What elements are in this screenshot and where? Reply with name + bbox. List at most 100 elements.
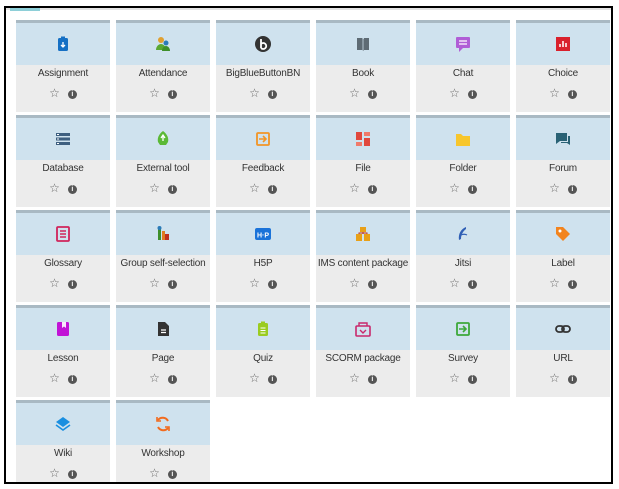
star-icon[interactable]: ☆ — [49, 466, 60, 480]
activity-label[interactable]: Quiz — [216, 353, 310, 364]
activity-thumbnail[interactable] — [416, 305, 510, 350]
activity-tile-label[interactable]: Label ☆ i — [516, 210, 610, 302]
activity-label[interactable]: Page — [116, 353, 210, 364]
activity-label[interactable]: Folder — [416, 163, 510, 174]
activity-label[interactable]: Label — [516, 258, 610, 269]
star-icon[interactable]: ☆ — [49, 181, 60, 195]
activity-label[interactable]: Book — [316, 68, 410, 79]
info-icon[interactable]: i — [367, 89, 377, 99]
activity-tile-choice[interactable]: Choice ☆ i — [516, 20, 610, 112]
activity-tile-bigbluebuttonbn[interactable]: BigBlueButtonBN ☆ i — [216, 20, 310, 112]
star-icon[interactable]: ☆ — [449, 276, 460, 290]
activity-tile-feedback[interactable]: Feedback ☆ i — [216, 115, 310, 207]
info-icon[interactable]: i — [467, 374, 477, 384]
activity-tile-external-tool[interactable]: External tool ☆ i — [116, 115, 210, 207]
info-icon[interactable]: i — [67, 374, 77, 384]
star-icon[interactable]: ☆ — [49, 276, 60, 290]
activity-tile-lesson[interactable]: Lesson ☆ i — [16, 305, 110, 397]
activity-tile-forum[interactable]: Forum ☆ i — [516, 115, 610, 207]
star-icon[interactable]: ☆ — [549, 276, 560, 290]
activity-thumbnail[interactable] — [216, 305, 310, 350]
activity-thumbnail[interactable] — [516, 210, 610, 255]
info-icon[interactable]: i — [467, 279, 477, 289]
info-icon[interactable]: i — [67, 469, 77, 479]
star-icon[interactable]: ☆ — [549, 86, 560, 100]
activity-thumbnail[interactable] — [316, 20, 410, 65]
activity-tile-survey[interactable]: Survey ☆ i — [416, 305, 510, 397]
activity-label[interactable]: Feedback — [216, 163, 310, 174]
activity-label[interactable]: File — [316, 163, 410, 174]
activity-thumbnail[interactable] — [16, 400, 110, 445]
activity-thumbnail[interactable] — [216, 20, 310, 65]
info-icon[interactable]: i — [567, 89, 577, 99]
activity-tile-attendance[interactable]: Attendance ☆ i — [116, 20, 210, 112]
activity-tile-database[interactable]: Database ☆ i — [16, 115, 110, 207]
activity-thumbnail[interactable] — [516, 20, 610, 65]
info-icon[interactable]: i — [467, 89, 477, 99]
activity-label[interactable]: URL — [516, 353, 610, 364]
activity-thumbnail[interactable] — [216, 115, 310, 160]
star-icon[interactable]: ☆ — [449, 86, 460, 100]
star-icon[interactable]: ☆ — [49, 371, 60, 385]
activity-tile-jitsi[interactable]: Jitsi ☆ i — [416, 210, 510, 302]
activity-thumbnail[interactable] — [116, 400, 210, 445]
activity-label[interactable]: SCORM package — [316, 353, 410, 364]
info-icon[interactable]: i — [167, 89, 177, 99]
activity-thumbnail[interactable] — [16, 20, 110, 65]
star-icon[interactable]: ☆ — [249, 371, 260, 385]
activity-label[interactable]: BigBlueButtonBN — [216, 68, 310, 79]
activity-thumbnail[interactable] — [116, 305, 210, 350]
activity-tile-assignment[interactable]: Assignment ☆ i — [16, 20, 110, 112]
activity-thumbnail[interactable] — [416, 20, 510, 65]
activity-label[interactable]: Lesson — [16, 353, 110, 364]
activity-label[interactable]: Forum — [516, 163, 610, 174]
activity-thumbnail[interactable] — [316, 305, 410, 350]
star-icon[interactable]: ☆ — [349, 181, 360, 195]
info-icon[interactable]: i — [167, 279, 177, 289]
activity-label[interactable]: Group self-selection — [116, 258, 210, 269]
star-icon[interactable]: ☆ — [349, 276, 360, 290]
star-icon[interactable]: ☆ — [249, 276, 260, 290]
activity-label[interactable]: External tool — [116, 163, 210, 174]
activity-tile-url[interactable]: URL ☆ i — [516, 305, 610, 397]
info-icon[interactable]: i — [167, 469, 177, 479]
info-icon[interactable]: i — [267, 89, 277, 99]
activity-label[interactable]: Wiki — [16, 448, 110, 459]
info-icon[interactable]: i — [367, 279, 377, 289]
info-icon[interactable]: i — [167, 184, 177, 194]
star-icon[interactable]: ☆ — [149, 276, 160, 290]
activity-tile-page[interactable]: Page ☆ i — [116, 305, 210, 397]
activity-thumbnail[interactable] — [316, 210, 410, 255]
activity-label[interactable]: Assignment — [16, 68, 110, 79]
activity-label[interactable]: Workshop — [116, 448, 210, 459]
activity-tile-glossary[interactable]: Glossary ☆ i — [16, 210, 110, 302]
activity-tile-chat[interactable]: Chat ☆ i — [416, 20, 510, 112]
activity-thumbnail[interactable] — [316, 115, 410, 160]
info-icon[interactable]: i — [267, 279, 277, 289]
activity-tile-ims-content-package[interactable]: IMS content package ☆ i — [316, 210, 410, 302]
info-icon[interactable]: i — [567, 184, 577, 194]
info-icon[interactable]: i — [67, 184, 77, 194]
star-icon[interactable]: ☆ — [349, 371, 360, 385]
activity-label[interactable]: Glossary — [16, 258, 110, 269]
activity-thumbnail[interactable] — [116, 210, 210, 255]
activity-label[interactable]: Attendance — [116, 68, 210, 79]
activity-label[interactable]: IMS content package — [316, 258, 410, 269]
activity-tile-workshop[interactable]: Workshop ☆ i — [116, 400, 210, 482]
info-icon[interactable]: i — [367, 184, 377, 194]
info-icon[interactable]: i — [367, 374, 377, 384]
star-icon[interactable]: ☆ — [49, 86, 60, 100]
info-icon[interactable]: i — [67, 279, 77, 289]
activity-label[interactable]: Choice — [516, 68, 610, 79]
activity-thumbnail[interactable]: H·P — [216, 210, 310, 255]
activity-tile-wiki[interactable]: Wiki ☆ i — [16, 400, 110, 482]
star-icon[interactable]: ☆ — [349, 86, 360, 100]
activity-thumbnail[interactable] — [16, 115, 110, 160]
activity-tile-group-self-selection[interactable]: Group self-selection ☆ i — [116, 210, 210, 302]
star-icon[interactable]: ☆ — [549, 371, 560, 385]
info-icon[interactable]: i — [167, 374, 177, 384]
activity-thumbnail[interactable] — [516, 115, 610, 160]
star-icon[interactable]: ☆ — [149, 181, 160, 195]
activity-thumbnail[interactable] — [516, 305, 610, 350]
activity-thumbnail[interactable] — [416, 210, 510, 255]
